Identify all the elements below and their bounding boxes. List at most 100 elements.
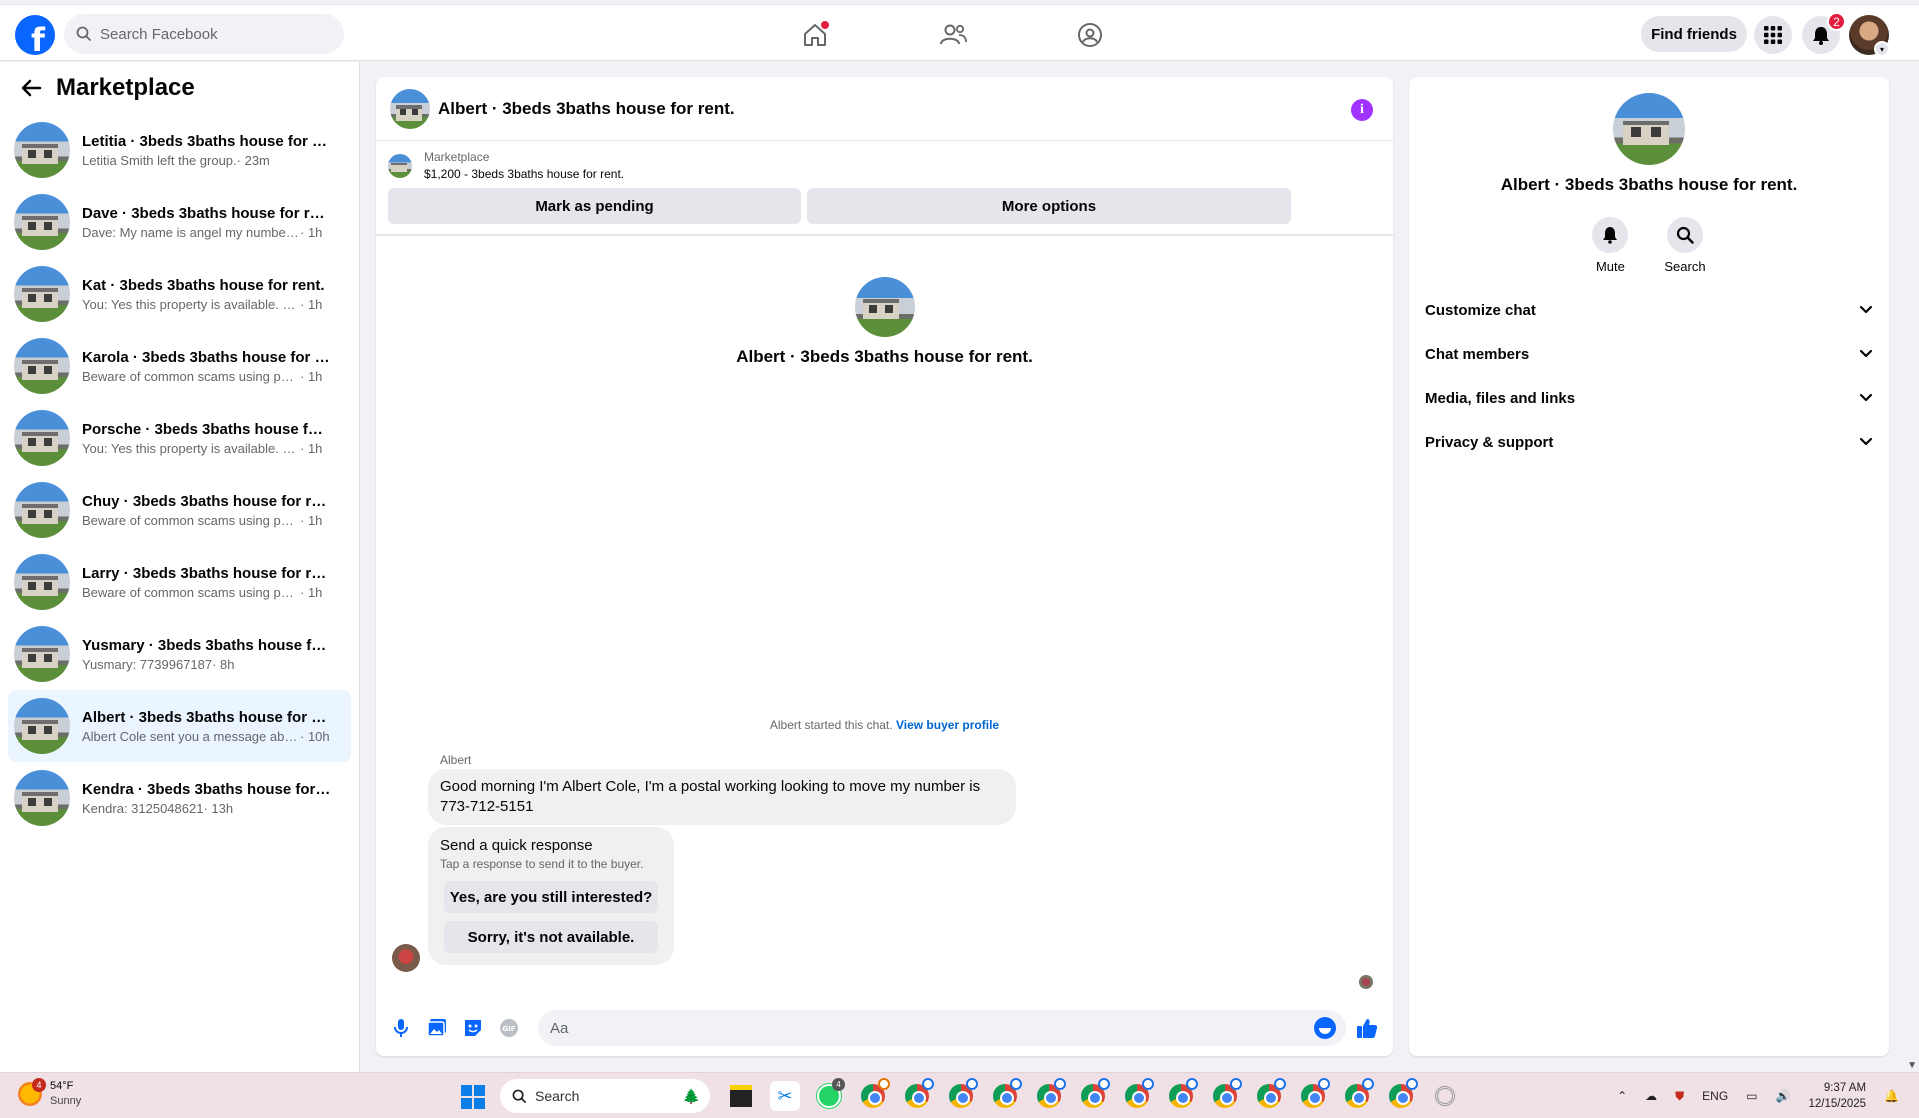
facebook-logo[interactable]: f	[15, 15, 55, 55]
find-friends-button[interactable]: Find friends	[1641, 16, 1747, 52]
weather-badge: 4	[32, 1078, 46, 1092]
like-button[interactable]	[1356, 1017, 1378, 1039]
gif-button[interactable]: GIF	[498, 1017, 520, 1039]
search-input[interactable]	[100, 25, 320, 43]
chrome-app-10[interactable]	[1254, 1078, 1286, 1111]
top-navigation-bar: f Find friends 2 ▾	[0, 4, 1919, 61]
conversation-item[interactable]: Albert · 3beds 3baths house for re... Alb…	[8, 690, 351, 762]
sticker-button[interactable]	[462, 1017, 484, 1039]
taskbar-search-label: Search	[535, 1088, 580, 1104]
voice-clip-button[interactable]	[390, 1017, 412, 1039]
chrome-app-2[interactable]	[902, 1078, 934, 1111]
scroll-down-arrow-icon[interactable]: ▼	[1907, 1060, 1917, 1071]
chrome-app-7[interactable]	[1122, 1078, 1154, 1111]
windows-taskbar: 4 54°F Sunny Search 🌲 ✂ 4 ⌃ ☁ ⛊ ENG ▭ 🔊 …	[0, 1072, 1919, 1118]
search-facebook-box[interactable]	[64, 14, 344, 54]
menu-button[interactable]	[1754, 16, 1792, 54]
security-icon[interactable]: ⛊	[1675, 1089, 1684, 1104]
details-avatar[interactable]	[1613, 93, 1685, 165]
taskbar-search[interactable]: Search 🌲	[500, 1079, 710, 1113]
photo-icon	[427, 1019, 446, 1037]
conversation-avatar	[14, 266, 70, 322]
sticky-notes-app[interactable]	[726, 1081, 756, 1111]
message-input-box[interactable]	[538, 1010, 1346, 1046]
language-indicator[interactable]: ENG	[1702, 1089, 1728, 1103]
quick-reply-interested-button[interactable]: Yes, are you still interested?	[444, 881, 658, 913]
details-section-label: Privacy & support	[1425, 433, 1554, 451]
volume-icon[interactable]: 🔊	[1776, 1089, 1791, 1103]
marketplace-label: Marketplace	[424, 150, 490, 164]
network-icon[interactable]: ▭	[1746, 1089, 1757, 1103]
chat-panel: Albert · 3beds 3baths house for rent. i …	[376, 77, 1393, 1056]
friends-tab[interactable]	[935, 17, 971, 53]
mute-button[interactable]: Mute	[1592, 217, 1629, 274]
conversation-item[interactable]: Letitia · 3beds 3baths house for re... Le…	[8, 114, 351, 186]
conversation-item[interactable]: Dave · 3beds 3baths house for rent. Dave:…	[8, 186, 351, 258]
chrome-app-5[interactable]	[1034, 1078, 1066, 1111]
friends-icon	[940, 24, 967, 45]
chrome-app-3[interactable]	[946, 1078, 978, 1111]
conversation-item[interactable]: Kendra · 3beds 3baths house for r... Kend…	[8, 762, 351, 834]
conversation-item[interactable]: Porsche · 3beds 3baths house for r... You…	[8, 402, 351, 474]
emoji-icon[interactable]	[1314, 1017, 1336, 1039]
attach-photo-button[interactable]	[426, 1017, 448, 1039]
chrome-app-6[interactable]	[1078, 1078, 1110, 1111]
weather-widget[interactable]: 4 54°F Sunny	[18, 1078, 81, 1109]
quick-reply-not-available-button[interactable]: Sorry, it's not available.	[444, 921, 658, 953]
chrome-app-1[interactable]	[858, 1078, 890, 1111]
conversation-item[interactable]: Chuy · 3beds 3baths house for rent. Bewar…	[8, 474, 351, 546]
system-tray: ⌃ ☁ ⛊ ENG ▭ 🔊 9:37 AM 12/15/2025 🔔	[1617, 1073, 1899, 1118]
profile-badge	[878, 1078, 890, 1090]
incoming-message[interactable]: Good morning I'm Albert Cole, I'm a post…	[428, 769, 1016, 825]
details-section-item[interactable]: Customize chat	[1409, 288, 1889, 332]
listing-row[interactable]: Marketplace $1,200 - 3beds 3baths house …	[376, 141, 1393, 183]
notification-bell-icon[interactable]: 🔔	[1884, 1089, 1899, 1103]
back-arrow-icon[interactable]	[20, 78, 42, 98]
chat-avatar[interactable]	[390, 88, 430, 129]
conversation-name: Kat · 3beds 3baths house for rent.	[82, 276, 325, 294]
sticky-notes-icon	[730, 1085, 752, 1107]
cloud-off-icon[interactable]: ☁	[1645, 1089, 1657, 1103]
groups-tab[interactable]	[1072, 17, 1108, 53]
chrome-app-13[interactable]	[1386, 1078, 1418, 1111]
details-section-item[interactable]: Privacy & support	[1409, 420, 1889, 464]
view-buyer-profile-link[interactable]: View buyer profile	[896, 718, 999, 732]
conversation-item[interactable]: Larry · 3beds 3baths house for rent. Bewa…	[8, 546, 351, 618]
system-app[interactable]	[1430, 1081, 1460, 1111]
whatsapp-app[interactable]: 4	[814, 1078, 845, 1111]
conversation-snippet: Kendra: 3125048621	[82, 800, 204, 816]
start-button[interactable]	[461, 1085, 485, 1109]
conversation-item[interactable]: Karola · 3beds 3baths house for re... Bew…	[8, 330, 351, 402]
conversation-item[interactable]: Yusmary · 3beds 3baths house for ... Yusm…	[8, 618, 351, 690]
conversation-snippet: You: Yes this property is available. For…	[82, 296, 300, 312]
chevron-up-icon[interactable]: ⌃	[1617, 1089, 1627, 1103]
chrome-app-8[interactable]	[1166, 1078, 1198, 1111]
mute-label: Mute	[1595, 259, 1625, 274]
mark-as-pending-button[interactable]: Mark as pending	[388, 188, 801, 224]
chrome-app-9[interactable]	[1210, 1078, 1242, 1111]
notifications-button[interactable]: 2	[1802, 12, 1846, 54]
profile-badge	[1230, 1078, 1242, 1090]
bell-icon	[1603, 227, 1618, 244]
details-section-item[interactable]: Media, files and links	[1409, 376, 1889, 420]
conversation-name: Kendra · 3beds 3baths house for r...	[82, 780, 332, 798]
home-tab[interactable]	[797, 17, 833, 53]
chrome-app-4[interactable]	[990, 1078, 1022, 1111]
chat-title[interactable]: Albert · 3beds 3baths house for rent.	[438, 99, 735, 119]
search-in-chat-button[interactable]: Search	[1664, 217, 1706, 274]
conversation-item[interactable]: Kat · 3beds 3baths house for rent. You: Y…	[8, 258, 351, 330]
more-options-button[interactable]: More options	[807, 188, 1291, 224]
clock[interactable]: 9:37 AM 12/15/2025	[1808, 1080, 1866, 1112]
conversation-snippet: You: Yes this property is available. For…	[82, 440, 300, 456]
snipping-tool-app[interactable]: ✂	[770, 1081, 800, 1111]
buyer-avatar[interactable]	[392, 944, 420, 972]
profile-badge	[922, 1078, 934, 1090]
chrome-app-12[interactable]	[1342, 1078, 1374, 1111]
info-icon[interactable]: i	[1351, 99, 1373, 121]
account-chevron-icon[interactable]: ▾	[1874, 41, 1890, 57]
gif-icon: GIF	[500, 1019, 518, 1037]
details-section-item[interactable]: Chat members	[1409, 332, 1889, 376]
chrome-app-11[interactable]	[1298, 1078, 1330, 1111]
message-input[interactable]	[538, 1019, 1298, 1037]
intro-title: Albert · 3beds 3baths house for rent.	[736, 347, 1033, 366]
